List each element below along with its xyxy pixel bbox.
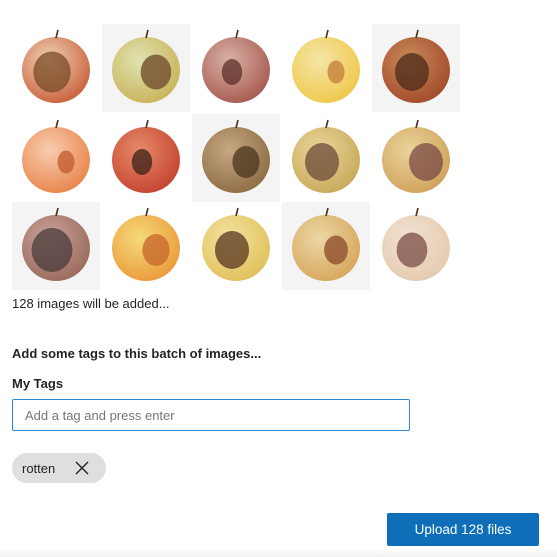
my-tags-label: My Tags xyxy=(12,376,64,391)
rotten-apple-image xyxy=(372,114,460,202)
apple-thumbnail xyxy=(192,114,280,202)
apple-thumbnail xyxy=(102,24,190,112)
apple-thumbnail xyxy=(12,202,100,290)
image-thumbnail-grid xyxy=(12,24,462,290)
rotten-apple-image xyxy=(282,202,370,290)
dialog-bottom-edge xyxy=(0,548,557,557)
apple-thumbnail xyxy=(192,24,280,112)
rotten-apple-image xyxy=(102,114,190,202)
rotten-apple-image xyxy=(102,24,190,112)
apple-thumbnail xyxy=(102,202,190,290)
upload-images-dialog: 128 images will be added... Add some tag… xyxy=(0,0,557,557)
apple-thumbnail xyxy=(282,114,370,202)
tag-chip-label: rotten xyxy=(22,460,56,476)
apple-thumbnail xyxy=(12,24,100,112)
apple-thumbnail xyxy=(282,202,370,290)
rotten-apple-image xyxy=(192,24,280,112)
rotten-apple-image xyxy=(102,202,190,290)
rotten-apple-image xyxy=(192,114,280,202)
apple-thumbnail xyxy=(12,114,100,202)
rotten-apple-image xyxy=(12,114,100,202)
apple-thumbnail xyxy=(192,202,280,290)
image-count-text: 128 images will be added... xyxy=(12,296,170,311)
apple-thumbnail xyxy=(372,24,460,112)
rotten-apple-image xyxy=(372,24,460,112)
apple-thumbnail xyxy=(282,24,370,112)
rotten-apple-image xyxy=(282,114,370,202)
rotten-apple-image xyxy=(12,24,100,112)
apple-thumbnail xyxy=(372,202,460,290)
upload-files-button[interactable]: Upload 128 files xyxy=(387,513,539,546)
rotten-apple-image xyxy=(12,202,100,290)
rotten-apple-image xyxy=(372,202,460,290)
apple-thumbnail xyxy=(102,114,190,202)
close-icon[interactable] xyxy=(74,460,90,476)
rotten-apple-image xyxy=(282,24,370,112)
tags-section-heading: Add some tags to this batch of images... xyxy=(12,346,262,361)
tag-input[interactable] xyxy=(12,399,410,431)
apple-thumbnail xyxy=(372,114,460,202)
tag-chip-rotten: rotten xyxy=(12,453,106,483)
rotten-apple-image xyxy=(192,202,280,290)
